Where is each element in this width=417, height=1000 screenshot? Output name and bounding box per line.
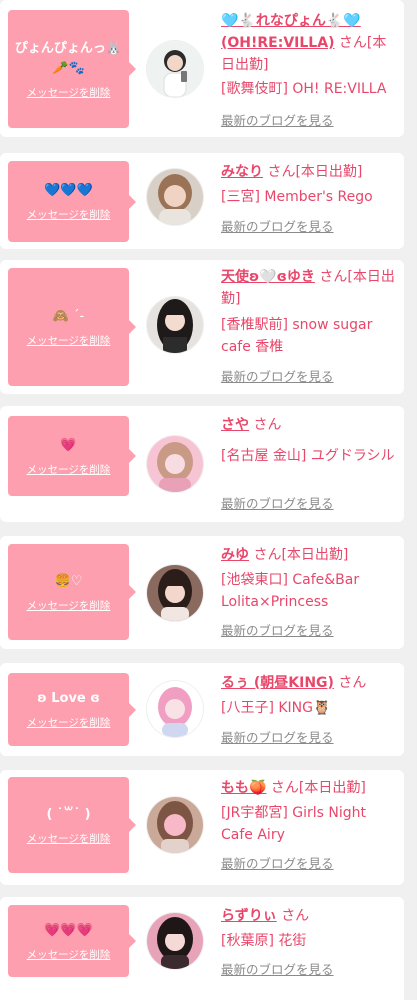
blog-link[interactable]: 最新のブログを見る xyxy=(221,216,334,235)
message-text: 💙💙💙 xyxy=(44,183,93,198)
cast-name-link[interactable]: らずりぃ xyxy=(221,908,277,924)
item-info: みなり さん[本日出勤] [三宮] Member's Rego xyxy=(221,161,397,208)
message-text: ʚ Love ɞ xyxy=(37,691,100,706)
item-info: みゆ さん[本日出勤] [池袋東口] Cafe&Bar Lolita×Princ… xyxy=(221,544,397,613)
item-info: 🩵🐇れなぴょん🐇🩵(OH!RE:VILLA) さん[本日出勤] [歌舞伎町] O… xyxy=(221,10,397,100)
message-bubble: ぴょんぴょんっ🐰 🥕🐾 メッセージを削除 xyxy=(8,10,136,128)
item-info: るぅ (朝昼KING) さん [八王子] KING🦉 xyxy=(221,672,397,719)
cast-name-link[interactable]: もも🍑 xyxy=(221,780,266,796)
avatar[interactable] xyxy=(147,41,203,97)
item-info: らずりぃ さん [秋葉原] 花街 xyxy=(221,905,397,952)
message-bubble: 💗 メッセージを削除 xyxy=(8,416,136,496)
delete-message-button[interactable]: メッセージを削除 xyxy=(27,831,111,846)
cast-name-link[interactable]: るぅ (朝昼KING) xyxy=(221,675,334,691)
shop-name: [秋葉原] 花街 xyxy=(221,933,307,949)
blog-link[interactable]: 最新のブログを見る xyxy=(221,366,334,385)
shop-name: [香椎駅前] snow sugar cafe 香椎 xyxy=(221,317,373,355)
blog-link[interactable]: 最新のブログを見る xyxy=(221,853,334,872)
delete-message-button[interactable]: メッセージを削除 xyxy=(27,598,111,613)
message-bubble: ʚ Love ɞ メッセージを削除 xyxy=(8,673,136,746)
blog-link[interactable]: 最新のブログを見る xyxy=(221,620,334,639)
cast-status: さん xyxy=(281,908,310,924)
cast-name-link[interactable]: 天使ʚ🤍ɞゆき xyxy=(221,269,315,285)
shop-name: [池袋東口] Cafe&Bar Lolita×Princess xyxy=(221,572,360,610)
list-item: 🙈 ˊ- メッセージを削除 天使ʚ🤍ɞゆき さん[本日出勤] [香椎駅前] sn… xyxy=(0,260,404,394)
cast-status: さん[本日出勤] xyxy=(267,164,363,180)
shop-name: [三宮] Member's Rego xyxy=(221,189,373,205)
shop-name: [名古屋 金山] ユグドラシル xyxy=(221,448,395,464)
message-bubble: 💗💗💗 メッセージを削除 xyxy=(8,905,136,977)
message-bubble: ( ˙꒳˙ ) メッセージを削除 xyxy=(8,777,136,873)
avatar[interactable] xyxy=(147,681,203,737)
item-info: もも🍑 さん[本日出勤] [JR宇都宮] Girls Night Cafe Ai… xyxy=(221,777,397,846)
delete-message-button[interactable]: メッセージを削除 xyxy=(27,85,111,100)
avatar[interactable] xyxy=(147,169,203,225)
list-item: ぴょんぴょんっ🐰 🥕🐾 メッセージを削除 🩵🐇れなぴょん🐇🩵(OH!RE:VIL… xyxy=(0,0,404,137)
avatar[interactable] xyxy=(147,797,203,853)
message-list: ぴょんぴょんっ🐰 🥕🐾 メッセージを削除 🩵🐇れなぴょん🐇🩵(OH!RE:VIL… xyxy=(0,0,417,1000)
avatar[interactable] xyxy=(147,913,203,969)
message-text: 💗💗💗 xyxy=(44,922,93,938)
message-text: 🍔♡ xyxy=(54,573,83,589)
blog-link[interactable]: 最新のブログを見る xyxy=(221,959,334,978)
blog-link[interactable]: 最新のブログを見る xyxy=(221,727,334,746)
delete-message-button[interactable]: メッセージを削除 xyxy=(27,462,111,477)
delete-message-button[interactable]: メッセージを削除 xyxy=(27,207,111,222)
list-item: 💗💗💗 メッセージを削除 らずりぃ さん [秋葉原] 花街 最新のブログを見る xyxy=(0,897,404,1000)
shop-name: [歌舞伎町] OH! RE:VILLA xyxy=(221,81,387,97)
item-info: さや さん [名古屋 金山] ユグドラシル xyxy=(221,414,397,467)
message-bubble: 💙💙💙 メッセージを削除 xyxy=(8,161,136,242)
message-text: ぴょんぴょんっ🐰 🥕🐾 xyxy=(14,40,123,76)
message-bubble: 🙈 ˊ- メッセージを削除 xyxy=(8,268,136,386)
cast-status: さん[本日出勤] xyxy=(270,780,366,796)
delete-message-button[interactable]: メッセージを削除 xyxy=(27,947,111,962)
cast-name-link[interactable]: みなり xyxy=(221,164,263,180)
avatar[interactable] xyxy=(147,297,203,353)
blog-link[interactable]: 最新のブログを見る xyxy=(221,493,334,512)
list-item: 💗 メッセージを削除 さや さん [名古屋 金山] ユグドラシル 最新のブログを… xyxy=(0,406,404,522)
list-item: 🍔♡ メッセージを削除 みゆ さん[本日出勤] [池袋東口] Cafe&Bar … xyxy=(0,536,404,649)
shop-name: [八王子] KING🦉 xyxy=(221,700,331,716)
message-text: ( ˙꒳˙ ) xyxy=(46,806,91,822)
message-text: 🙈 ˊ- xyxy=(52,308,85,324)
blog-link[interactable]: 最新のブログを見る xyxy=(221,110,334,129)
delete-message-button[interactable]: メッセージを削除 xyxy=(27,715,111,730)
list-item: ʚ Love ɞ メッセージを削除 るぅ (朝昼KING) さん [八王子] K… xyxy=(0,663,404,756)
avatar[interactable] xyxy=(147,436,203,492)
cast-status: さん xyxy=(338,675,367,691)
cast-name-link[interactable]: さや xyxy=(221,417,249,433)
message-bubble: 🍔♡ メッセージを削除 xyxy=(8,544,136,640)
cast-status: さん xyxy=(253,417,282,433)
item-info: 天使ʚ🤍ɞゆき さん[本日出勤] [香椎駅前] snow sugar cafe … xyxy=(221,266,397,358)
shop-name: [JR宇都宮] Girls Night Cafe Airy xyxy=(221,805,366,843)
avatar[interactable] xyxy=(147,565,203,621)
list-item: ( ˙꒳˙ ) メッセージを削除 もも🍑 さん[本日出勤] [JR宇都宮] Gi… xyxy=(0,770,404,885)
cast-status: さん[本日出勤] xyxy=(253,547,349,563)
message-text: 💗 xyxy=(60,437,77,453)
list-item: 💙💙💙 メッセージを削除 みなり さん[本日出勤] [三宮] Member's … xyxy=(0,153,404,249)
cast-name-link[interactable]: みゆ xyxy=(221,547,249,563)
delete-message-button[interactable]: メッセージを削除 xyxy=(27,333,111,348)
